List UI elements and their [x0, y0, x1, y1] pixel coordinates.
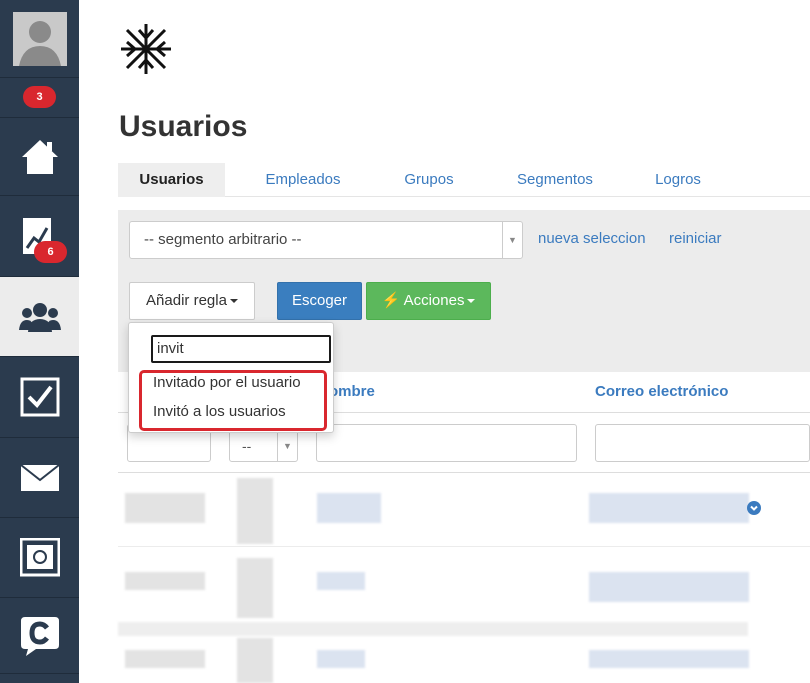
- sidebar-item-safe[interactable]: [0, 518, 79, 598]
- filter-select-value: --: [242, 438, 252, 454]
- dropdown-option-invited-users[interactable]: Invitó a los usuarios: [153, 403, 286, 420]
- reset-link[interactable]: reiniciar: [669, 230, 722, 247]
- envelope-icon: [19, 463, 60, 491]
- segment-select[interactable]: -- segmento arbitrario -- ▼: [129, 221, 523, 259]
- actions-label: Acciones: [403, 292, 465, 309]
- blurred-cell: [125, 650, 205, 668]
- tab-segmentos[interactable]: Segmentos: [498, 163, 612, 197]
- tab-logros[interactable]: Logros: [638, 163, 718, 197]
- sidebar-item-stats[interactable]: 6: [0, 196, 79, 277]
- filter-select[interactable]: -- ▼: [229, 430, 298, 462]
- row-divider: [118, 546, 810, 547]
- checkbox-icon: [20, 377, 59, 417]
- tab-grupos[interactable]: Grupos: [384, 163, 474, 197]
- snowflake-arrows-logo: [121, 24, 171, 74]
- add-rule-dropdown: invit Invitado por el usuario Invitó a l…: [128, 322, 334, 433]
- lightning-icon: ⚡: [381, 292, 401, 309]
- sidebar-item-notifications[interactable]: 3: [0, 78, 79, 118]
- column-header-name[interactable]: ombre: [329, 383, 375, 400]
- blurred-cell: [125, 493, 205, 523]
- sidebar-item-messages[interactable]: [0, 438, 79, 518]
- page-title: Usuarios: [119, 110, 248, 143]
- blurred-cell: [237, 638, 273, 683]
- sidebar-item-home[interactable]: [0, 118, 79, 196]
- new-selection-link[interactable]: nueva seleccion: [538, 230, 646, 247]
- choose-button[interactable]: Escoger: [277, 282, 362, 320]
- chevron-down-icon: ▼: [502, 222, 522, 258]
- blurred-cell: [317, 572, 365, 590]
- chat-c-icon: [20, 616, 59, 656]
- add-rule-button[interactable]: Añadir regla: [129, 282, 255, 320]
- home-icon: [21, 139, 58, 174]
- column-header-email[interactable]: Correo electrónico: [595, 383, 728, 400]
- tab-usuarios[interactable]: Usuarios: [118, 163, 225, 197]
- safe-icon: [19, 537, 60, 576]
- row-divider: [118, 622, 748, 636]
- blurred-cell: [237, 478, 273, 544]
- blurred-cell: [317, 650, 365, 668]
- sidebar-item-users[interactable]: [0, 277, 79, 357]
- sidebar: 3 6: [0, 0, 79, 683]
- dropdown-option-invited-by[interactable]: Invitado por el usuario: [153, 374, 301, 391]
- tab-empleados[interactable]: Empleados: [246, 163, 360, 197]
- sidebar-item-profile[interactable]: [0, 0, 79, 78]
- blurred-cell: [589, 572, 749, 602]
- stats-badge: 6: [34, 241, 67, 263]
- blurred-cell: [589, 493, 749, 523]
- caret-down-icon: [467, 299, 476, 304]
- user-avatar-icon: [12, 11, 67, 66]
- blurred-cell: [317, 493, 381, 523]
- tabs-bar: Usuarios Empleados Grupos Segmentos Logr…: [118, 163, 810, 197]
- blurred-cell: [237, 558, 273, 618]
- add-rule-label: Añadir regla: [146, 292, 227, 309]
- caret-down-icon: [229, 299, 238, 304]
- chevron-circle-icon[interactable]: [747, 501, 761, 515]
- blurred-cell: [589, 650, 749, 668]
- blurred-cell: [125, 572, 205, 590]
- filter-input-name[interactable]: [316, 424, 577, 462]
- sidebar-item-chat[interactable]: [0, 598, 79, 674]
- main-content: Usuarios Usuarios Empleados Grupos Segme…: [79, 0, 810, 683]
- segment-select-value: -- segmento arbitrario --: [144, 231, 302, 248]
- rule-search-input[interactable]: invit: [151, 335, 331, 363]
- chevron-down-icon: ▼: [277, 431, 297, 461]
- filter-input-email[interactable]: [595, 424, 810, 462]
- sidebar-item-tasks[interactable]: [0, 357, 79, 438]
- actions-button[interactable]: ⚡ Acciones: [366, 282, 491, 320]
- notification-badge: 3: [23, 86, 56, 108]
- filter-divider: [118, 472, 810, 473]
- users-group-icon: [18, 302, 61, 332]
